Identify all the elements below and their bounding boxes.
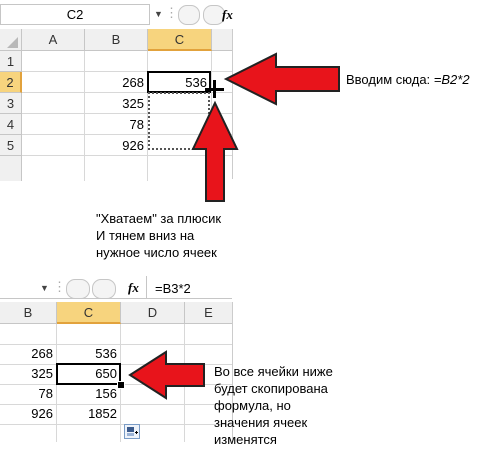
col-header-d-partial[interactable] xyxy=(212,29,232,51)
formula-bar-separator: ⋮ xyxy=(165,5,178,20)
col-header-a[interactable]: A xyxy=(22,29,85,51)
annotation-copied-line4: значения ячеек xyxy=(214,415,308,430)
annotation-copied-line1: Во все ячейки ниже xyxy=(214,364,333,379)
annotation-drag: "Хватаем" за плюсик И тянем вниз на нужн… xyxy=(96,210,256,261)
formula-bar-divider xyxy=(146,276,147,298)
annotation-enter-here: Вводим сюда: =B2*2 xyxy=(346,71,470,88)
cell-b5[interactable]: 926 xyxy=(0,404,56,424)
cell-c4[interactable]: 156 xyxy=(57,384,120,404)
select-all-corner[interactable] xyxy=(0,29,22,51)
annotation-copied: Во все ячейки ниже будет скопирована фор… xyxy=(214,363,394,448)
formula-bar-content[interactable]: =B3*2 xyxy=(155,281,191,296)
gridline xyxy=(0,424,232,425)
cancel-button[interactable] xyxy=(66,279,90,299)
annotation-drag-line1: "Хватаем" за плюсик xyxy=(96,211,222,226)
col-header-b[interactable]: B xyxy=(0,302,57,324)
formula-bar-separator: ⋮ xyxy=(53,279,66,294)
corner-triangle-icon xyxy=(7,37,18,48)
confirm-button[interactable] xyxy=(92,279,116,299)
arrow-left-top-icon xyxy=(223,52,340,106)
formula-bar-border xyxy=(0,298,232,299)
cell-b5[interactable]: 926 xyxy=(85,135,147,156)
cell-b2[interactable]: 268 xyxy=(0,344,56,364)
annotation-drag-line3: нужное число ячеек xyxy=(96,245,217,260)
annotation-copied-line5: изменятся xyxy=(214,432,277,447)
arrow-up-icon xyxy=(191,100,239,202)
insert-function-icon[interactable]: fx xyxy=(222,7,233,23)
row-header-6-partial[interactable] xyxy=(0,156,22,181)
col-header-c[interactable]: C xyxy=(57,302,121,324)
annotation-enter-text: Вводим сюда: xyxy=(346,72,431,87)
row-header-1[interactable]: 1 xyxy=(0,51,22,72)
cell-c2[interactable]: 536 xyxy=(57,344,120,364)
cell-c5[interactable]: 1852 xyxy=(57,404,120,424)
cell-b2[interactable]: 268 xyxy=(85,72,147,93)
annotation-copied-line3: формула, но xyxy=(214,398,291,413)
annotation-enter-formula: =B2*2 xyxy=(433,72,470,87)
arrow-left-bottom-icon xyxy=(128,350,205,400)
autofill-options-glyph-icon xyxy=(127,427,138,436)
cell-b4[interactable]: 78 xyxy=(85,114,147,135)
row-header-3[interactable]: 3 xyxy=(0,93,22,114)
active-cell-border xyxy=(56,363,121,385)
row-header-2[interactable]: 2 xyxy=(0,72,22,93)
fill-handle[interactable] xyxy=(117,381,125,389)
cancel-button[interactable] xyxy=(178,5,200,25)
active-cell-border xyxy=(147,71,211,93)
cell-b3[interactable]: 325 xyxy=(85,93,147,114)
name-box[interactable]: C2 xyxy=(0,4,150,25)
col-header-b[interactable]: B xyxy=(85,29,148,51)
cell-b4[interactable]: 78 xyxy=(0,384,56,404)
name-box-dropdown-icon[interactable]: ▼ xyxy=(40,283,49,293)
cell-b3[interactable]: 325 xyxy=(0,364,56,384)
annotation-drag-line2: И тянем вниз на xyxy=(96,228,195,243)
row-header-5[interactable]: 5 xyxy=(0,135,22,156)
name-box-value: C2 xyxy=(66,7,84,22)
col-header-c[interactable]: C xyxy=(148,29,212,51)
row-header-4[interactable]: 4 xyxy=(0,114,22,135)
annotation-copied-line2: будет скопирована xyxy=(214,381,328,396)
col-header-e[interactable]: E xyxy=(185,302,232,324)
col-header-d[interactable]: D xyxy=(121,302,185,324)
autofill-options-icon[interactable] xyxy=(124,424,140,439)
insert-function-icon[interactable]: fx xyxy=(128,280,139,296)
name-box-dropdown-icon[interactable]: ▼ xyxy=(154,9,163,19)
